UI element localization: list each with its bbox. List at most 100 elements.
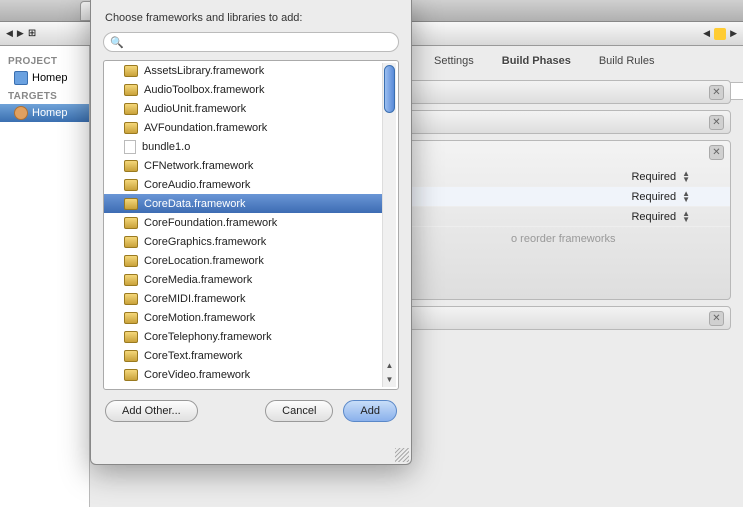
framework-item[interactable]: CoreVideo.framework <box>104 365 382 384</box>
framework-name: AssetsLibrary.framework <box>144 65 264 77</box>
search-input[interactable] <box>124 36 392 48</box>
resize-grip-icon[interactable] <box>395 448 409 462</box>
status-label: Required <box>631 171 676 183</box>
linked-library-row[interactable]: Required ▲▼ <box>391 167 730 187</box>
framework-item[interactable]: CoreTelephony.framework <box>104 327 382 346</box>
framework-name: bundle1.o <box>142 141 190 153</box>
framework-name: CoreData.framework <box>144 198 245 210</box>
toolbox-icon <box>124 255 138 267</box>
tab-build-rules[interactable]: Build Rules <box>585 51 669 71</box>
toolbox-icon <box>124 198 138 210</box>
framework-item[interactable]: CoreMotion.framework <box>104 308 382 327</box>
scroll-thumb[interactable] <box>384 65 395 113</box>
framework-item[interactable]: AVFoundation.framework <box>104 118 382 137</box>
toolbox-icon <box>124 312 138 324</box>
grid-icon[interactable]: ⊞ <box>28 28 36 39</box>
scroll-up-icon[interactable]: ▲ <box>382 359 396 373</box>
sheet-search-field[interactable]: 🔍 <box>103 32 399 52</box>
framework-item[interactable]: bundle1.o <box>104 137 382 156</box>
targets-heading: TARGETS <box>0 87 89 104</box>
framework-name: CoreMotion.framework <box>144 312 255 324</box>
stepper-icon[interactable]: ▲▼ <box>682 171 690 183</box>
framework-name: CoreLocation.framework <box>144 255 264 267</box>
framework-item[interactable]: CoreMIDI.framework <box>104 289 382 308</box>
search-icon: 🔍 <box>110 36 124 49</box>
reorder-hint: o reorder frameworks <box>391 227 730 251</box>
framework-item[interactable]: CoreText.framework <box>104 346 382 365</box>
framework-item[interactable]: CoreLocation.framework <box>104 251 382 270</box>
add-button[interactable]: Add <box>343 400 397 422</box>
toolbox-icon <box>124 293 138 305</box>
framework-list[interactable]: AssetsLibrary.framework AudioToolbox.fram… <box>103 60 399 390</box>
close-icon[interactable]: ✕ <box>709 115 724 130</box>
project-sidebar: PROJECT Homep TARGETS Homep <box>0 46 90 507</box>
toolbox-icon <box>124 179 138 191</box>
tab-settings[interactable]: Settings <box>420 51 488 71</box>
nav-fwd2-icon[interactable]: ▶ <box>730 28 737 39</box>
toolbox-icon <box>124 103 138 115</box>
framework-item[interactable]: CoreMedia.framework <box>104 270 382 289</box>
stepper-icon[interactable]: ▲▼ <box>682 211 690 223</box>
link-binary-phase[interactable]: Required ▲▼ Required ▲▼ Required ▲▼ o reorder… <box>390 140 731 300</box>
toolbox-icon <box>124 122 138 134</box>
toolbox-icon <box>124 84 138 96</box>
add-other-button[interactable]: Add Other... <box>105 400 198 422</box>
build-phase-row[interactable]: ✕ <box>390 110 731 134</box>
framework-item[interactable]: CoreData.framework <box>104 194 382 213</box>
framework-name: AVFoundation.framework <box>144 122 267 134</box>
close-icon[interactable]: ✕ <box>709 311 724 326</box>
framework-item[interactable]: AudioUnit.framework <box>104 99 382 118</box>
close-icon[interactable]: ✕ <box>709 145 724 160</box>
framework-name: CoreText.framework <box>144 350 242 362</box>
sidebar-project-item[interactable]: Homep <box>0 69 89 87</box>
framework-name: CoreMedia.framework <box>144 274 252 286</box>
status-label: Required <box>631 211 676 223</box>
nav-back2-icon[interactable]: ◀ <box>703 28 710 39</box>
cancel-button[interactable]: Cancel <box>265 400 333 422</box>
status-label: Required <box>631 191 676 203</box>
framework-item[interactable]: AudioToolbox.framework <box>104 80 382 99</box>
project-heading: PROJECT <box>0 52 89 69</box>
toolbox-icon <box>124 274 138 286</box>
project-icon <box>14 71 28 85</box>
toolbox-icon <box>124 369 138 381</box>
nav-back-icon[interactable]: ◀ <box>6 28 13 39</box>
tab-build-phases[interactable]: Build Phases <box>488 51 585 71</box>
scrollbar[interactable] <box>382 63 396 373</box>
sheet-title: Choose frameworks and libraries to add: <box>91 0 411 32</box>
framework-name: CoreTelephony.framework <box>144 331 272 343</box>
linked-library-row[interactable]: Required ▲▼ <box>391 207 730 227</box>
warning-icon[interactable] <box>714 28 726 40</box>
add-framework-sheet: Choose frameworks and libraries to add: … <box>90 0 412 465</box>
framework-name: AudioToolbox.framework <box>144 84 264 96</box>
file-icon <box>124 140 136 154</box>
toolbox-icon <box>124 350 138 362</box>
build-phase-row[interactable]: ✕ <box>390 80 731 104</box>
toolbox-icon <box>124 331 138 343</box>
scroll-down-icon[interactable]: ▼ <box>382 373 396 387</box>
toolbox-icon <box>124 236 138 248</box>
toolbox-icon <box>124 217 138 229</box>
framework-item[interactable]: AssetsLibrary.framework <box>104 61 382 80</box>
app-icon <box>14 106 28 120</box>
framework-name: CoreGraphics.framework <box>144 236 266 248</box>
framework-name: CoreAudio.framework <box>144 179 250 191</box>
framework-item[interactable]: CFNetwork.framework <box>104 156 382 175</box>
framework-item[interactable]: CoreFoundation.framework <box>104 213 382 232</box>
sidebar-target-item[interactable]: Homep <box>0 104 89 122</box>
linked-library-row[interactable]: Required ▲▼ <box>391 187 730 207</box>
framework-name: CoreFoundation.framework <box>144 217 277 229</box>
framework-name: CoreVideo.framework <box>144 369 250 381</box>
toolbox-icon <box>124 65 138 77</box>
framework-name: CFNetwork.framework <box>144 160 253 172</box>
project-label: Homep <box>32 72 67 84</box>
framework-name: CoreMIDI.framework <box>144 293 245 305</box>
stepper-icon[interactable]: ▲▼ <box>682 191 690 203</box>
target-label: Homep <box>32 107 67 119</box>
nav-fwd-icon[interactable]: ▶ <box>17 28 24 39</box>
close-icon[interactable]: ✕ <box>709 85 724 100</box>
build-phase-row[interactable]: ✕ <box>390 306 731 330</box>
framework-item[interactable]: CoreAudio.framework <box>104 175 382 194</box>
framework-item[interactable]: CoreGraphics.framework <box>104 232 382 251</box>
toolbox-icon <box>124 160 138 172</box>
